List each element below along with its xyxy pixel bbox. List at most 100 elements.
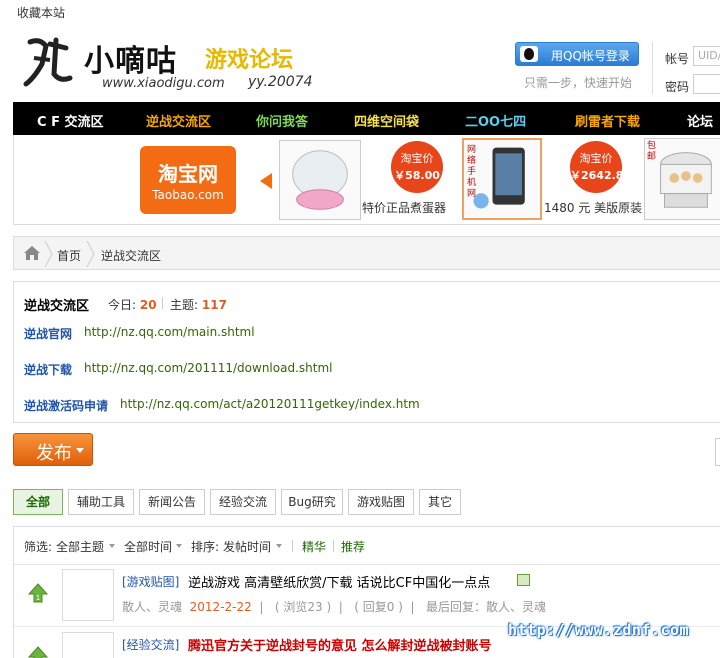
- price-label-2: 淘宝价: [579, 152, 613, 165]
- password-input[interactable]: [693, 74, 720, 94]
- vote-up-icon[interactable]: 1: [28, 646, 48, 658]
- top-bar: 收藏本站: [0, 0, 720, 24]
- post-button-label: 发布: [36, 443, 72, 464]
- topics-label: 主题:: [170, 298, 199, 312]
- table-row[interactable]: 1 [游戏贴图] 逆战游戏 高清壁纸欣赏/下载 话说比CF中国化一点点 散人、灵…: [14, 565, 720, 627]
- breadcrumb-separator-icon: [44, 241, 53, 267]
- today-value: 20: [139, 298, 157, 312]
- taobao-logo[interactable]: 淘宝网 Taobao.com: [140, 146, 236, 214]
- chevron-down-icon: [109, 544, 115, 548]
- price-label-1: 淘宝价: [400, 152, 434, 165]
- logo-url: www.xiaodigu.com: [102, 76, 225, 91]
- vote-up-icon[interactable]: 1: [28, 583, 48, 603]
- today-label: 今日:: [108, 298, 137, 312]
- taobao-domain: Taobao.com: [152, 188, 224, 202]
- right-edge-control[interactable]: [715, 438, 720, 466]
- phone-tag: 网络手机网: [467, 145, 477, 199]
- forum-title: 逆战交流区: [24, 299, 90, 314]
- stat-divider: [162, 297, 163, 309]
- nav-item-forum[interactable]: 论坛: [687, 111, 713, 130]
- thread-title[interactable]: 逆战游戏 高清壁纸欣赏/下载 话说比CF中国化一点点: [188, 572, 490, 591]
- chevron-down-icon: [76, 448, 84, 453]
- nav-item-qa[interactable]: 你问我答: [256, 111, 308, 130]
- digest-filter[interactable]: 精华: [302, 538, 326, 555]
- thread-date: 2012-2-22: [189, 600, 252, 614]
- free-shipping-tag: 包邮: [647, 141, 657, 162]
- main-nav: C F 交流区 逆战交流区 你问我答 四维空间袋 二OO七四 刷雷者下载 论坛: [13, 102, 720, 135]
- password-label: 密码: [665, 80, 690, 94]
- thread-last-reply[interactable]: 最后回复：散人、灵魂: [426, 600, 546, 614]
- tab-all[interactable]: 全部: [13, 489, 63, 515]
- nav-item-20074[interactable]: 二OO七四: [465, 111, 526, 130]
- carousel-prev-icon[interactable]: [260, 173, 272, 189]
- chevron-down-icon: [176, 544, 182, 548]
- activation-label: 逆战激活码申请: [24, 399, 109, 413]
- sort-dropdown[interactable]: 发帖时间: [223, 538, 271, 555]
- thread-views: ( 浏览23 ): [274, 600, 332, 614]
- account-input[interactable]: UID/: [693, 46, 720, 66]
- product-name-2[interactable]: 1480 元 美版原装: [544, 199, 642, 216]
- filter-time-dropdown[interactable]: 全部时间: [124, 538, 172, 555]
- avatar[interactable]: [62, 569, 114, 621]
- sort-label: 排序:: [191, 540, 220, 554]
- nav-item-4d-bag[interactable]: 四维空间袋: [354, 111, 419, 130]
- logo-yy-channel: yy.20074: [248, 74, 313, 90]
- tab-tools[interactable]: 辅助工具: [68, 489, 134, 515]
- tab-bug[interactable]: Bug研究: [281, 489, 343, 515]
- nav-item-download[interactable]: 刷雷者下载: [575, 111, 640, 130]
- breadcrumb-separator-icon: [86, 241, 95, 267]
- price-value-1: ￥58.00: [394, 169, 440, 182]
- egg-cooker-image[interactable]: [279, 140, 361, 220]
- qq-penguin-icon: [520, 46, 538, 62]
- price-badge-1: 淘宝价 ￥58.00: [391, 141, 443, 193]
- filter-topics-dropdown[interactable]: 全部主题: [56, 538, 104, 555]
- qq-login-button[interactable]: 用QQ帐号登录: [515, 42, 639, 66]
- breadcrumb-home[interactable]: 首页: [57, 247, 81, 264]
- download-label: 逆战下载: [24, 363, 73, 377]
- activation-link[interactable]: http://nz.qq.com/act/a20120111getkey/ind…: [120, 397, 420, 411]
- product-name-1[interactable]: 特价正品煮蛋器: [362, 199, 446, 216]
- thread-author[interactable]: 散人、灵魂: [122, 600, 182, 614]
- site-watermark: http://www.zdnf.com: [508, 621, 690, 639]
- nav-item-cf[interactable]: C F 交流区: [37, 111, 103, 130]
- favorite-link[interactable]: 收藏本站: [17, 4, 65, 21]
- topic-count: 主题: 117: [170, 296, 227, 313]
- nav-item-nizhan[interactable]: 逆战交流区: [146, 111, 211, 130]
- logo-mark-icon[interactable]: [20, 34, 76, 90]
- tab-experience[interactable]: 经验交流: [210, 489, 276, 515]
- vote-count: 1: [36, 594, 40, 602]
- filter-label: 筛选:: [24, 540, 53, 554]
- site-header: 小嘀咕 游戏论坛 www.xiaodigu.com yy.20074 用QQ帐号…: [0, 24, 720, 102]
- image-attachment-icon: [517, 574, 530, 586]
- price-value-2: ￥2642.86: [570, 169, 632, 182]
- tab-other[interactable]: 其它: [419, 489, 461, 515]
- filter-divider: [333, 540, 334, 552]
- filter-bar: 筛选: 全部主题 全部时间 排序: 发帖时间 精华 推荐: [14, 527, 720, 565]
- thread-meta: 散人、灵魂 2012-2-22 | ( 浏览23 ) | ( 回复0 ) | 最…: [122, 600, 547, 614]
- qq-login-hint: 只需一步，快速开始: [524, 76, 633, 90]
- chevron-down-icon: [276, 544, 282, 548]
- breadcrumb: 首页 逆战交流区: [13, 236, 720, 270]
- official-site-link[interactable]: http://nz.qq.com/main.shtml: [84, 325, 255, 339]
- download-link[interactable]: http://nz.qq.com/201111/download.shtml: [84, 361, 332, 375]
- thread-title[interactable]: 腾迅官方关于逆战封号的意见 怎么解封逆战被封账号: [188, 635, 492, 654]
- topics-value: 117: [201, 298, 227, 312]
- forum-info-panel: 逆战交流区 今日: 20 主题: 117 逆战官网 http://nz.qq.c…: [13, 281, 720, 423]
- thread-replies: ( 回复0 ): [354, 600, 403, 614]
- breadcrumb-current[interactable]: 逆战交流区: [101, 247, 161, 264]
- thread-category[interactable]: [经验交流]: [122, 636, 179, 653]
- official-site-label: 逆战官网: [24, 327, 73, 341]
- tab-news[interactable]: 新闻公告: [139, 489, 205, 515]
- logo-subtitle: 游戏论坛: [205, 47, 294, 73]
- logo-title: 小嘀咕: [84, 44, 177, 79]
- recommend-filter[interactable]: 推荐: [341, 538, 365, 555]
- home-icon[interactable]: [24, 246, 40, 260]
- tab-screenshots[interactable]: 游戏贴图: [348, 489, 414, 515]
- avatar[interactable]: [62, 632, 114, 658]
- taobao-name: 淘宝网: [158, 162, 218, 186]
- post-button[interactable]: 发布: [13, 433, 93, 466]
- thread-category[interactable]: [游戏贴图]: [122, 573, 179, 590]
- price-badge-2: 淘宝价 ￥2642.86: [570, 141, 632, 193]
- taobao-ad-strip[interactable]: 淘宝网 Taobao.com 淘宝价 ￥58.00 特价正品煮蛋器 网络手机网 …: [13, 135, 720, 225]
- login-divider: [652, 42, 653, 94]
